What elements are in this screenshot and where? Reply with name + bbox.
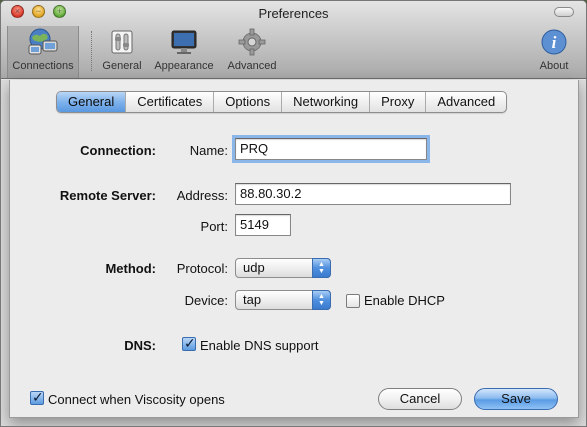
port-field[interactable]: 5149	[235, 214, 291, 236]
toolbar-appearance[interactable]: Appearance	[148, 26, 220, 78]
name-label: Name:	[189, 143, 228, 158]
appearance-monitor-icon	[168, 26, 200, 58]
address-label: Address:	[176, 188, 228, 203]
toolbar-general-label: General	[102, 60, 142, 72]
enable-dns-label[interactable]: Enable DNS support	[200, 338, 319, 353]
toolbar-toggle-button[interactable]	[554, 7, 574, 17]
address-field[interactable]: 88.80.30.2	[235, 183, 511, 205]
toolbar-connections[interactable]: Connections	[7, 26, 79, 78]
connect-on-open-label[interactable]: Connect when Viscosity opens	[48, 392, 225, 407]
tab-bar: General Certificates Options Networking …	[56, 91, 508, 113]
tab-options[interactable]: Options	[214, 92, 283, 112]
port-label: Port:	[200, 219, 228, 234]
device-popup-value: tap	[243, 292, 262, 307]
protocol-label: Protocol:	[176, 261, 228, 276]
toolbar-advanced-label: Advanced	[227, 60, 277, 72]
toolbar-appearance-label: Appearance	[154, 60, 214, 72]
connections-globe-icon	[27, 26, 59, 58]
remote-server-section-label: Remote Server:	[59, 188, 156, 203]
titlebar: × − + Preferences Connections General Ap…	[1, 1, 586, 79]
popup-arrows-icon: ▲ ▼	[312, 290, 331, 310]
connect-on-open-checkbox[interactable]	[30, 389, 44, 406]
tab-networking[interactable]: Networking	[282, 92, 371, 112]
enable-dhcp-checkbox[interactable]	[346, 294, 360, 308]
tab-general[interactable]: General	[57, 92, 127, 112]
method-section-label: Method:	[105, 261, 156, 276]
connection-edit-sheet: General Certificates Options Networking …	[9, 80, 579, 418]
enable-dns-checkbox[interactable]	[182, 335, 196, 352]
device-label: Device:	[184, 293, 228, 308]
popup-arrows-icon: ▲ ▼	[312, 258, 331, 278]
tab-proxy[interactable]: Proxy	[370, 92, 427, 112]
connection-section-label: Connection:	[80, 143, 156, 158]
preferences-window: × − + Preferences Connections General Ap…	[0, 0, 587, 427]
save-button[interactable]: Save	[474, 388, 558, 410]
protocol-popup-value: udp	[243, 260, 265, 275]
enable-dhcp-label[interactable]: Enable DHCP	[364, 293, 445, 308]
tab-certificates[interactable]: Certificates	[126, 92, 215, 112]
toolbar-about-label: About	[539, 60, 569, 72]
protocol-popup[interactable]: udp ▲ ▼	[235, 258, 331, 278]
about-info-icon: i	[538, 26, 570, 58]
toolbar-connections-label: Connections	[12, 60, 74, 72]
window-title: Preferences	[258, 6, 329, 21]
toolbar-about[interactable]: i About	[524, 26, 584, 78]
tab-advanced[interactable]: Advanced	[426, 92, 506, 112]
name-field[interactable]: PRQ	[232, 135, 430, 163]
svg-text:i: i	[552, 33, 557, 52]
cancel-button[interactable]: Cancel	[378, 388, 462, 410]
advanced-gear-icon	[236, 26, 268, 58]
toolbar-advanced[interactable]: Advanced	[216, 26, 288, 78]
general-switches-icon	[106, 26, 138, 58]
device-popup[interactable]: tap ▲ ▼	[235, 290, 331, 310]
dns-section-label: DNS:	[124, 338, 156, 353]
